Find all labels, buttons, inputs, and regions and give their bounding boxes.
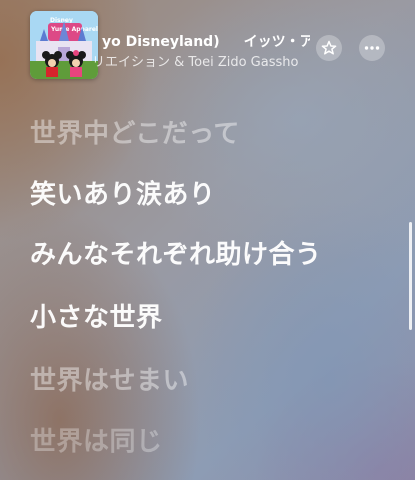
album-artwork[interactable]: Disney Yume Apparel bbox=[30, 11, 98, 79]
star-icon bbox=[321, 40, 337, 55]
more-button[interactable] bbox=[359, 35, 385, 61]
song-title-main: yo Disneyland) bbox=[102, 34, 220, 50]
lyric-line[interactable]: 世界は同じ bbox=[30, 421, 163, 458]
artwork-header-text: Disney bbox=[50, 17, 73, 24]
lyric-line[interactable]: 世界はせまい bbox=[30, 360, 189, 397]
lyric-line[interactable]: 世界中どこだって bbox=[30, 113, 240, 150]
lyric-line[interactable]: 笑いあり涙あり bbox=[30, 174, 216, 211]
lyrics-screen: Disney Yume Apparel yo Disneyland) イッツ・ア… bbox=[0, 0, 415, 480]
favorite-button[interactable] bbox=[316, 35, 342, 61]
song-title: yo Disneyland) イッツ・ア bbox=[102, 31, 310, 51]
lyric-line[interactable]: みんなそれぞれ助け合う bbox=[30, 234, 322, 271]
song-artist: リエイション & Toei Zido Gassho bbox=[92, 55, 299, 70]
more-icon bbox=[364, 46, 380, 50]
song-title-secondary: イッツ・ア bbox=[243, 34, 310, 50]
artwork-title-text: Yume Apparel bbox=[50, 26, 98, 33]
now-playing-header: Disney Yume Apparel yo Disneyland) イッツ・ア… bbox=[0, 0, 415, 84]
scrollbar[interactable] bbox=[409, 222, 412, 330]
album-artwork-image: Disney Yume Apparel bbox=[30, 11, 98, 79]
lyric-line[interactable]: 小さな世界 bbox=[30, 297, 163, 334]
